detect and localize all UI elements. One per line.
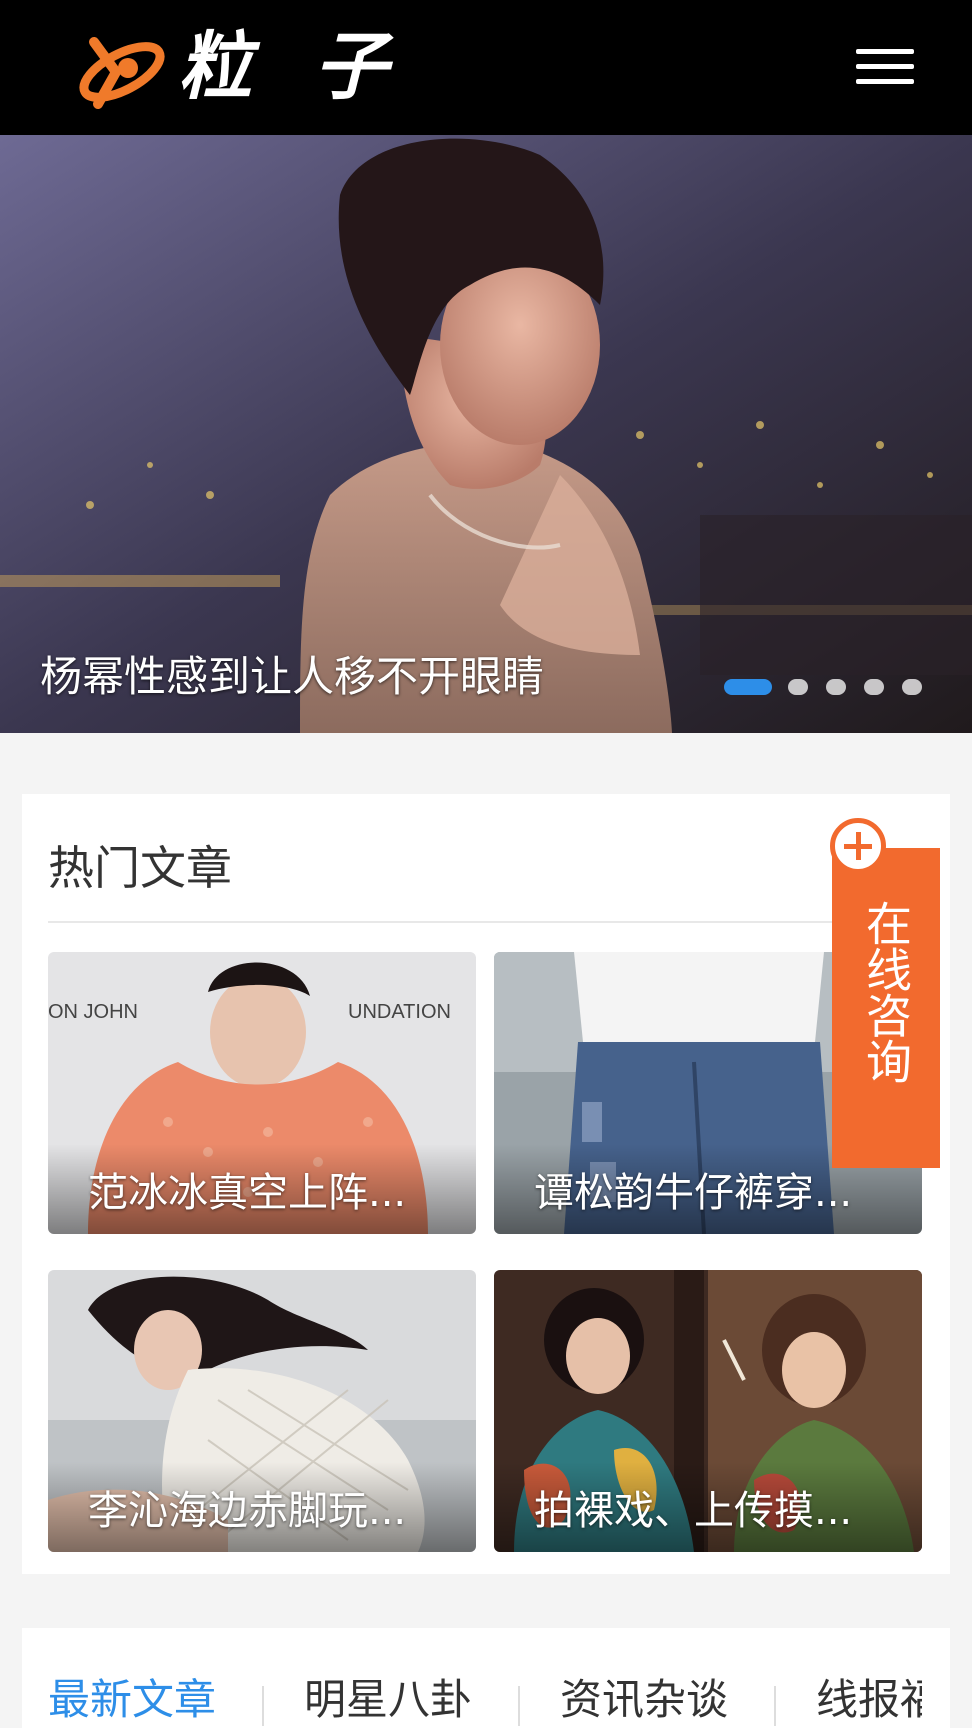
section-title: 热门文章 — [48, 841, 232, 895]
carousel-dot-3[interactable] — [826, 679, 846, 695]
hot-articles-section: 热门文章 ON JOHN UNDATION 范冰冰真空上阵... 谭松韵牛仔裤穿… — [22, 794, 950, 1574]
tab-separator — [518, 1686, 520, 1726]
carousel-dot-4[interactable] — [864, 679, 884, 695]
article-card-3[interactable]: 李沁海边赤脚玩... — [48, 1270, 476, 1552]
tab-separator — [262, 1686, 264, 1726]
plus-circle-icon[interactable] — [830, 818, 886, 874]
consult-label[interactable]: 在线咨询 — [832, 900, 940, 1160]
top-header: 粒 子 — [0, 0, 972, 135]
online-consult-button[interactable]: 在线咨询 — [832, 848, 940, 1168]
tab-latest-articles[interactable]: 最新文章 — [48, 1666, 216, 1727]
brand-name[interactable]: 粒 子 — [178, 22, 406, 112]
banner-carousel[interactable]: 杨幂性感到让人移不开眼睛 — [0, 135, 972, 733]
carousel-dot-5[interactable] — [902, 679, 922, 695]
svg-text:UNDATION: UNDATION — [348, 1001, 451, 1023]
tab-deals[interactable]: 线报福 — [816, 1666, 922, 1727]
tab-news-talk[interactable]: 资讯杂谈 — [560, 1666, 728, 1727]
carousel-dot-1[interactable] — [724, 679, 772, 695]
banner-caption[interactable]: 杨幂性感到让人移不开眼睛 — [40, 643, 544, 704]
article-card-1[interactable]: ON JOHN UNDATION 范冰冰真空上阵... — [48, 952, 476, 1234]
article-title[interactable]: 李沁海边赤脚玩... — [88, 1478, 456, 1536]
tab-celebrity-gossip[interactable]: 明星八卦 — [304, 1666, 472, 1727]
article-title[interactable]: 谭松韵牛仔裤穿... — [534, 1160, 902, 1218]
orbit-x-logo-icon[interactable] — [76, 28, 168, 112]
tab-separator — [774, 1686, 776, 1726]
article-title[interactable]: 范冰冰真空上阵... — [88, 1160, 456, 1218]
category-tabs: 最新文章 明星八卦 资讯杂谈 线报福 — [22, 1628, 950, 1728]
section-divider — [48, 921, 924, 923]
svg-text:ON JOHN: ON JOHN — [48, 1001, 138, 1023]
article-card-4[interactable]: 拍裸戏、上传摸... — [494, 1270, 922, 1552]
article-title[interactable]: 拍裸戏、上传摸... — [534, 1478, 902, 1536]
hamburger-menu-icon[interactable] — [848, 45, 916, 89]
tabs-scroll-area[interactable]: 最新文章 明星八卦 资讯杂谈 线报福 — [22, 1628, 922, 1728]
carousel-dot-2[interactable] — [788, 679, 808, 695]
